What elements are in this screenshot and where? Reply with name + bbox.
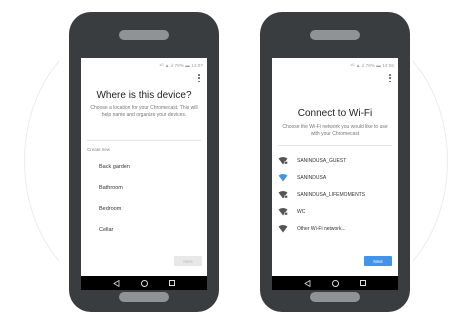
wifi-add-icon — [278, 225, 288, 233]
page-title: Connect to Wi-Fi — [297, 108, 373, 119]
wifi-signal-icon — [278, 174, 288, 182]
wifi-network-name: Other Wi-Fi network... — [297, 226, 346, 232]
room-item-bedroom[interactable]: Bedroom — [99, 206, 121, 212]
wifi-locked-icon — [278, 157, 288, 165]
android-nav-bar — [272, 276, 398, 290]
next-button[interactable]: Next — [364, 256, 392, 266]
overflow-menu-icon[interactable] — [197, 74, 201, 82]
phone-speaker — [119, 30, 169, 40]
wifi-network-row[interactable]: SANINDUSA_LIFEMOMENTS — [278, 189, 392, 201]
nav-recents-icon[interactable] — [359, 280, 366, 286]
section-label-create-new: Create new — [87, 147, 111, 152]
wifi-locked-icon — [278, 208, 288, 216]
room-item-cellar[interactable]: Cellar — [99, 227, 113, 233]
phone-screen: ⁴ᴳ ▲.ıl 78% ▬ 14:06 Connect to Wi-Fi Cho… — [272, 58, 398, 290]
page-title: Where is this device? — [96, 90, 192, 101]
room-item-back-garden[interactable]: Back garden — [99, 164, 130, 170]
next-button[interactable]: Next — [174, 256, 202, 266]
nav-home-icon[interactable] — [331, 279, 339, 287]
wifi-network-name: SANINDUSA_GUEST — [297, 158, 347, 164]
overflow-menu-icon[interactable] — [388, 74, 392, 82]
nav-back-icon[interactable] — [113, 279, 120, 287]
phone-left: ⁴ᴳ ▲.ıl 78% ▬ 14:07 Where is this device… — [69, 12, 219, 312]
page-subtitle: Choose a location for your Chromecast. T… — [90, 105, 198, 118]
wifi-network-row[interactable]: SANINDUSA_GUEST — [278, 155, 392, 167]
nav-back-icon[interactable] — [304, 279, 311, 287]
status-bar: ⁴ᴳ ▲.ıl 78% ▬ 14:07 — [81, 58, 207, 72]
room-item-bathroom[interactable]: Bathroom — [99, 185, 123, 191]
wifi-locked-icon — [278, 191, 288, 199]
status-text: ⁴ᴳ ▲.ıl 78% ▬ 14:06 — [350, 62, 394, 68]
nav-home-icon[interactable] — [140, 279, 148, 287]
wifi-network-row[interactable]: WC — [278, 206, 392, 218]
wifi-network-row[interactable]: SANINDUSA — [278, 172, 392, 184]
wifi-network-row[interactable]: Other Wi-Fi network... — [278, 223, 392, 235]
android-nav-bar — [81, 276, 207, 290]
wifi-network-name: WC — [297, 209, 306, 215]
wifi-network-name: SANINDUSA_LIFEMOMENTS — [297, 192, 366, 198]
phone-home-button — [119, 292, 169, 302]
phone-screen: ⁴ᴳ ▲.ıl 78% ▬ 14:07 Where is this device… — [81, 58, 207, 290]
divider — [278, 145, 392, 146]
status-bar: ⁴ᴳ ▲.ıl 78% ▬ 14:06 — [272, 58, 398, 72]
divider — [87, 140, 201, 141]
nav-recents-icon[interactable] — [168, 280, 175, 286]
phone-right: ⁴ᴳ ▲.ıl 78% ▬ 14:06 Connect to Wi-Fi Cho… — [260, 12, 410, 312]
wifi-network-name: SANINDUSA — [297, 175, 327, 181]
page-subtitle: Choose the Wi-Fi network you would like … — [282, 124, 388, 137]
phone-home-button — [310, 292, 360, 302]
phone-speaker — [310, 30, 360, 40]
status-text: ⁴ᴳ ▲.ıl 78% ▬ 14:07 — [159, 62, 203, 68]
